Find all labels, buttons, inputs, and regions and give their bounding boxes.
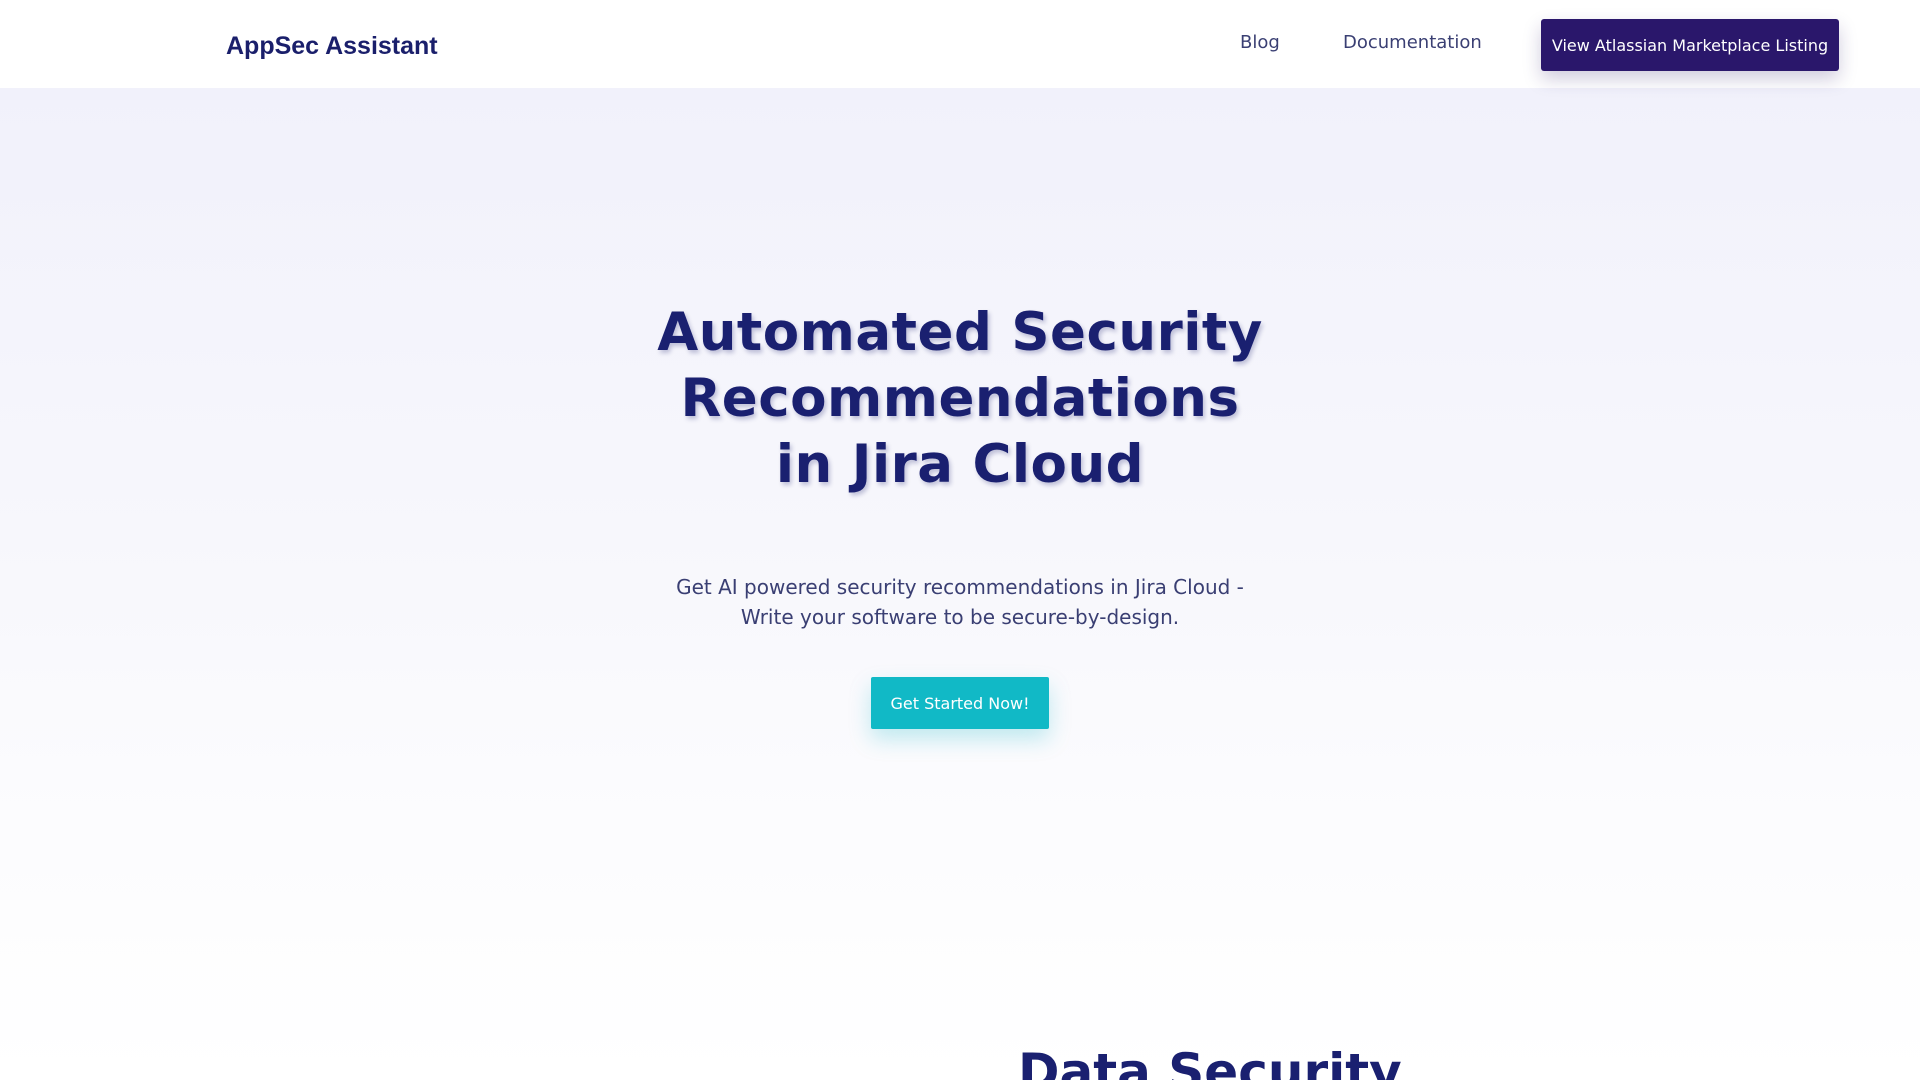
hero-title-line: Automated Security <box>657 302 1263 363</box>
marketplace-listing-button[interactable]: View Atlassian Marketplace Listing <box>1541 19 1839 71</box>
hero-subtitle: Get AI powered security recommendations … <box>660 572 1260 632</box>
get-started-button[interactable]: Get Started Now! <box>871 677 1049 729</box>
brand-logo-link[interactable]: AppSec Assistant <box>226 28 438 64</box>
hero-subtitle-line: Write your software to be secure-by-desi… <box>740 605 1180 629</box>
hero-title-line: in Jira Cloud <box>775 434 1145 495</box>
hero-title: Automated Security Recommendations in Ji… <box>610 300 1310 498</box>
hero-title-line: Recommendations <box>680 368 1240 429</box>
nav-link-documentation[interactable]: Documentation <box>1343 28 1482 58</box>
nav-link-blog[interactable]: Blog <box>1240 28 1280 58</box>
data-security-heading: Data Security <box>1018 1043 1402 1080</box>
hero-subtitle-line: Get AI powered security recommendations … <box>676 575 1244 599</box>
top-navbar: AppSec Assistant Blog Documentation View… <box>0 0 1920 88</box>
